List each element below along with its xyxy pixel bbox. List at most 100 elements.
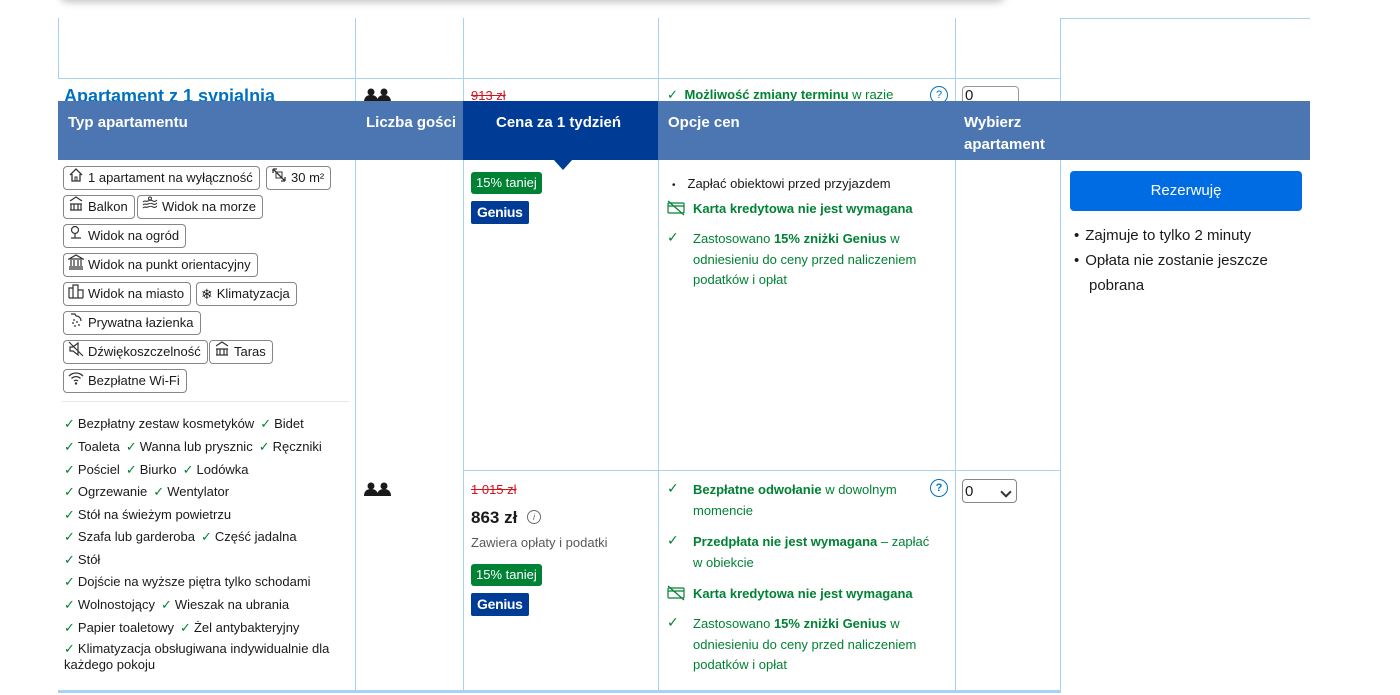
check-icon: ✓ <box>64 439 75 454</box>
facility-label: Prywatna łazienka <box>88 315 194 330</box>
bullet-icon: • <box>1074 227 1080 244</box>
no-card-text: Karta kredytowa nie jest wymagana <box>693 584 913 604</box>
facility-chip: ❄ Klimatyzacja <box>196 282 297 306</box>
col-options: Opcje cen <box>668 114 740 131</box>
facility-label: Taras <box>234 344 266 359</box>
genius-logo: Genius <box>471 593 529 616</box>
facility-chip: Bezpłatne Wi-Fi <box>63 369 187 393</box>
amenity-line: ✓ Klimatyzacja obsługiwana indywidualnie … <box>64 640 335 657</box>
facility-chip: 30 m² <box>266 166 332 190</box>
bullet-icon: • <box>672 180 676 191</box>
check-icon: ✓ <box>64 416 75 431</box>
facility-label: Klimatyzacja <box>216 286 290 301</box>
facility-label: Balkon <box>88 199 128 214</box>
facility-chip: Balkon <box>63 195 135 219</box>
help-icon[interactable]: ? <box>930 479 948 497</box>
grid-line <box>58 18 59 78</box>
amenity-item: Szafa lub garderoba <box>77 529 195 544</box>
guests-icon <box>364 482 392 499</box>
select-value: 0 <box>965 483 974 500</box>
bath-icon <box>68 312 84 335</box>
room-count-select[interactable]: 0 <box>962 479 1017 503</box>
amenity-line: ✓ Stół <box>64 551 106 568</box>
pay-at-property-text: Zapłać obiektowi przed przyjazdem <box>687 176 891 191</box>
check-icon: ✓ <box>125 462 137 477</box>
area-icon <box>271 167 287 190</box>
amenity-item: Stół <box>77 552 101 567</box>
facility-label: Dźwiękoszczelność <box>88 344 201 359</box>
facility-label: Widok na miasto <box>88 286 185 301</box>
genius-logo: Genius <box>471 201 529 224</box>
discount-bold: 15% zniżki Genius <box>773 616 887 631</box>
facility-chip: Taras <box>209 340 273 364</box>
amenity-line: ✓ Szafa lub garderoba ✓ Część jadalna <box>64 528 303 545</box>
ghost-option-bold: Możliwość zmiany terminu <box>684 87 849 102</box>
amenity-item: Wieszak na ubrania <box>174 597 290 612</box>
discount-line2: odniesieniu do ceny przed naliczeniem <box>693 636 917 652</box>
prepay-line2: w obiekcie <box>693 554 754 570</box>
discount-prefix: Zastosowano <box>693 616 774 631</box>
prepay-rest: – zapłać <box>877 534 930 549</box>
check-icon: ✓ <box>64 484 75 499</box>
amenity-item: Bidet <box>274 416 304 431</box>
amenity-item: Biurko <box>139 462 177 477</box>
table-bottom-border <box>58 690 1060 693</box>
discount-line2: odniesieniu do ceny przed naliczeniem <box>693 251 917 267</box>
info-icon[interactable]: i <box>527 510 541 524</box>
price-note: Zawiera opłaty i podatki <box>471 535 608 550</box>
reserve-bullet: Opłata nie zostanie jeszcze <box>1085 252 1268 269</box>
facility-chip: Widok na punkt orientacyjny <box>63 253 258 277</box>
check-icon: ✓ <box>64 574 75 589</box>
check-icon: ✓ <box>180 620 191 635</box>
reserve-button[interactable]: Rezerwuję <box>1070 171 1302 211</box>
amenity-item: Klimatyzacja obsługiwana indywidualnie d… <box>77 641 330 656</box>
facility-chip: Widok na morze <box>137 195 263 219</box>
col-select-line2: apartament <box>964 136 1045 153</box>
check-icon: ✓ <box>64 462 75 477</box>
discount-badge: 15% taniej <box>471 172 542 194</box>
col-price[interactable]: Cena za 1 tydzień <box>496 112 621 134</box>
grid-line <box>463 470 1060 471</box>
facility-label: Bezpłatne Wi-Fi <box>88 373 180 388</box>
soundproof-icon <box>68 341 84 364</box>
facility-chip: Widok na ogród <box>63 224 187 248</box>
facility-chip: Widok na miasto <box>63 282 192 306</box>
check-icon: ✓ <box>667 87 678 102</box>
amenity-item: Żel antybakteryjny <box>193 620 300 635</box>
amenity-line: ✓ Papier toaletowy ✓ Żel antybakteryjny <box>64 619 305 636</box>
facility-label: 1 apartament na wyłączność <box>88 170 253 185</box>
discount-line3: podatków i opłat <box>693 272 787 287</box>
cancel-line2: momencie <box>693 502 753 518</box>
reserve-bullet: Zajmuje to tylko 2 minuty <box>1085 227 1252 244</box>
discount-badge: 15% taniej <box>471 564 542 586</box>
check-icon: ✓ <box>153 484 165 499</box>
amenity-item: Bezpłatny zestaw kosmetyków <box>77 416 255 431</box>
check-icon: ✓ <box>64 529 75 544</box>
check-icon: ✓ <box>125 439 137 454</box>
discount-prefix: Zastosowano <box>693 231 774 246</box>
amenity-item: Ogrzewanie <box>77 484 148 499</box>
amenity-item: Część jadalna <box>214 529 297 544</box>
grid-line <box>1060 18 1310 19</box>
facility-label: Widok na punkt orientacyjny <box>88 257 251 272</box>
no-card-icon <box>667 200 685 219</box>
amenity-line: ✓ Pościel ✓ Biurko ✓ Lodówka <box>64 461 255 478</box>
check-icon: ✓ <box>258 439 270 454</box>
cancel-bold: Bezpłatne odwołanie <box>693 482 822 497</box>
discount-rest: w <box>886 616 900 631</box>
check-icon: ✓ <box>64 620 75 635</box>
amenity-line: ✓ Toaleta ✓ Wanna lub prysznic ✓ Ręczniki <box>64 438 328 455</box>
facility-chip: Dźwiękoszczelność <box>63 340 208 364</box>
check-icon: ✓ <box>667 480 679 496</box>
check-icon: ✓ <box>667 614 679 630</box>
amenity-line: ✓ Dojście na wyższe piętra tylko schodami <box>64 573 317 590</box>
check-icon: ✓ <box>201 529 212 544</box>
balcony-icon <box>68 195 84 219</box>
amenity-item: Lodówka <box>196 462 249 477</box>
terrace-icon <box>214 340 230 364</box>
discount-bold: 15% zniżki Genius <box>773 231 887 246</box>
prepay-text: Przedpłata nie jest wymagana – zapłać w … <box>693 532 929 573</box>
check-icon: ✓ <box>64 597 75 612</box>
col-select: Wybierz apartament <box>964 112 1045 156</box>
no-card-icon <box>667 585 685 604</box>
